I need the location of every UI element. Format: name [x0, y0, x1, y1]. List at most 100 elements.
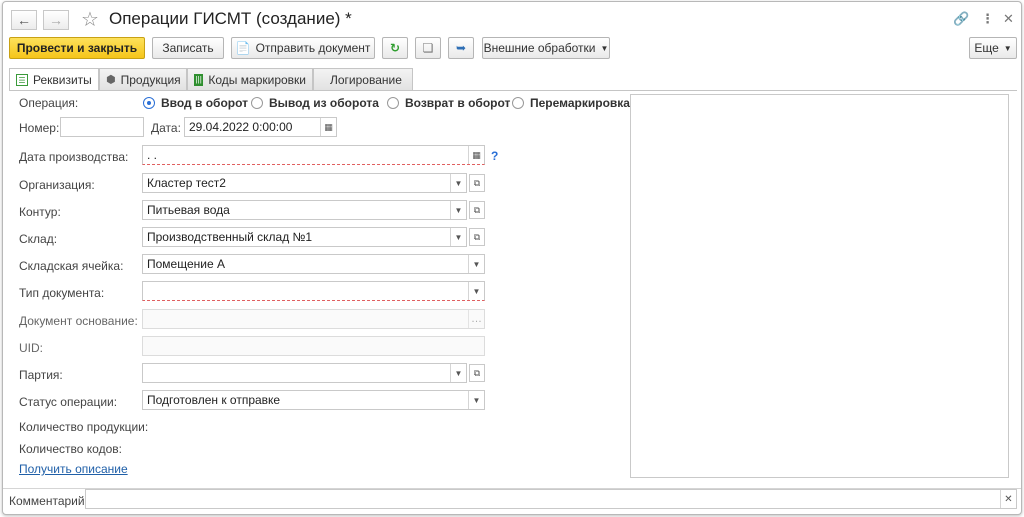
operation-label: Операция:	[19, 96, 79, 110]
more-vertical-icon[interactable]: ⋮	[981, 11, 994, 27]
warehouse-select[interactable]: Производственный склад №1 ▼	[142, 227, 467, 247]
number-label: Номер:	[19, 121, 60, 135]
calendar-icon[interactable]: ▦	[468, 146, 484, 164]
radio-icon	[512, 97, 524, 109]
production-date-label: Дата производства:	[19, 150, 129, 164]
tab-requisites-label: Реквизиты	[33, 73, 92, 87]
tab-logging[interactable]: Логирование	[313, 68, 413, 90]
tab-logging-label: Логирование	[330, 72, 402, 87]
batch-label: Партия:	[19, 368, 63, 382]
open-link-icon: ⧉	[473, 231, 481, 242]
radio-return-circulation[interactable]: Возврат в оборот	[387, 96, 510, 110]
date-input[interactable]: 29.04.2022 0:00:00 ▦	[184, 117, 337, 137]
product-quantity-label: Количество продукции:	[19, 420, 149, 434]
number-input[interactable]	[60, 117, 144, 137]
dropdown-arrow-icon: ▼	[1003, 43, 1012, 53]
warehouse-label: Склад:	[19, 232, 58, 246]
send-document-label: Отправить документ	[255, 41, 371, 55]
operation-status-label: Статус операции:	[19, 395, 118, 409]
copy-button[interactable]: ❏	[415, 37, 441, 59]
chevron-down-icon[interactable]: ▼	[450, 364, 466, 382]
open-link-icon: ⧉	[473, 177, 481, 188]
tab-marking-codes[interactable]: ||| Коды маркировки	[187, 68, 313, 90]
radio-label: Перемаркировка	[530, 96, 630, 110]
back-button[interactable]: ←	[11, 10, 37, 30]
open-link-icon: ⧉	[473, 367, 481, 378]
get-description-link[interactable]: Получить описание	[19, 462, 128, 476]
tab-products[interactable]: ⬢ Продукция	[99, 68, 187, 90]
calendar-icon[interactable]: ▦	[320, 118, 336, 136]
chevron-down-icon[interactable]: ▼	[468, 391, 484, 409]
save-button[interactable]: Записать	[152, 37, 224, 59]
organization-select[interactable]: Кластер тест2 ▼	[142, 173, 467, 193]
chevron-down-icon[interactable]: ▼	[468, 255, 484, 273]
radio-selected-icon	[143, 97, 155, 109]
barcode-icon: |||	[194, 73, 204, 86]
document-type-select[interactable]: ▼	[142, 281, 485, 301]
document-type-label: Тип документа:	[19, 286, 105, 300]
title-bar: ← → ☆ Операции ГИСМТ (создание) * 🔗 ⋮ ✕	[3, 2, 1021, 36]
window-title: Операции ГИСМТ (создание) *	[109, 9, 352, 28]
chevron-down-icon[interactable]: ▼	[450, 201, 466, 219]
storage-cell-select[interactable]: Помещение А ▼	[142, 254, 485, 274]
comment-label: Комментарий:	[9, 494, 88, 508]
chevron-down-icon[interactable]: ▼	[450, 174, 466, 192]
warehouse-value: Производственный склад №1	[147, 230, 313, 244]
tab-requisites[interactable]: ☰ Реквизиты	[9, 68, 99, 91]
copy-icon: ❏	[422, 41, 434, 55]
clear-icon[interactable]: ✕	[1000, 490, 1016, 508]
ellipsis-icon: …	[468, 310, 484, 328]
arrow-curve-icon: ➥	[455, 41, 467, 55]
chevron-down-icon[interactable]: ▼	[468, 282, 484, 300]
uid-input	[142, 336, 485, 356]
command-bar: Провести и закрыть Записать 📄 Отправить …	[3, 36, 1021, 64]
requisites-icon: ☰	[16, 74, 28, 86]
go-button[interactable]: ➥	[448, 37, 474, 59]
radio-intro-circulation[interactable]: Ввод в оборот	[143, 96, 248, 110]
comment-input[interactable]: ✕	[85, 489, 1017, 509]
favorite-star-icon[interactable]: ☆	[81, 7, 99, 32]
open-link-icon: ⧉	[473, 204, 481, 215]
external-processing-button[interactable]: Внешние обработки ▼	[482, 37, 610, 59]
help-icon[interactable]: ?	[491, 149, 498, 163]
organization-label: Организация:	[19, 178, 95, 192]
box-icon: ⬢	[106, 73, 116, 86]
storage-cell-value: Помещение А	[147, 257, 225, 271]
post-and-close-button[interactable]: Провести и закрыть	[9, 37, 145, 59]
arrow-right-icon: →	[49, 12, 63, 28]
forward-button[interactable]: →	[43, 10, 69, 30]
dropdown-arrow-icon: ▼	[600, 43, 609, 53]
date-value: 29.04.2022 0:00:00	[189, 120, 293, 134]
production-date-input[interactable]: . . ▦	[142, 145, 485, 165]
production-date-value: . .	[147, 148, 158, 162]
storage-cell-label: Складская ячейка:	[19, 259, 124, 273]
base-document-input: …	[142, 309, 485, 329]
radio-label: Вывод из оборота	[269, 96, 379, 110]
radio-label: Возврат в оборот	[405, 96, 511, 110]
tab-divider	[9, 90, 1017, 91]
contour-select[interactable]: Питьевая вода ▼	[142, 200, 467, 220]
open-warehouse-button[interactable]: ⧉	[469, 228, 485, 246]
open-organization-button[interactable]: ⧉	[469, 174, 485, 192]
radio-remarking[interactable]: Перемаркировка	[512, 96, 630, 110]
refresh-icon: ↻	[389, 41, 401, 55]
chevron-down-icon[interactable]: ▼	[450, 228, 466, 246]
codes-quantity-label: Количество кодов:	[19, 442, 122, 456]
refresh-button[interactable]: ↻	[382, 37, 408, 59]
external-processing-label: Внешние обработки	[483, 41, 596, 55]
radio-withdraw-circulation[interactable]: Вывод из оборота	[251, 96, 379, 110]
batch-select[interactable]: ▼	[142, 363, 467, 383]
open-contour-button[interactable]: ⧉	[469, 201, 485, 219]
tab-marking-codes-label: Коды маркировки	[208, 72, 306, 87]
open-batch-button[interactable]: ⧉	[469, 364, 485, 382]
operation-status-select[interactable]: Подготовлен к отправке ▼	[142, 390, 485, 410]
link-icon[interactable]: 🔗	[953, 11, 969, 27]
contour-value: Питьевая вода	[147, 203, 230, 217]
date-label: Дата:	[151, 121, 181, 135]
send-document-button[interactable]: 📄 Отправить документ	[231, 37, 375, 59]
more-button[interactable]: Еще ▼	[969, 37, 1017, 59]
contour-label: Контур:	[19, 205, 61, 219]
radio-icon	[387, 97, 399, 109]
close-icon[interactable]: ✕	[1003, 11, 1014, 27]
info-panel	[630, 94, 1009, 478]
